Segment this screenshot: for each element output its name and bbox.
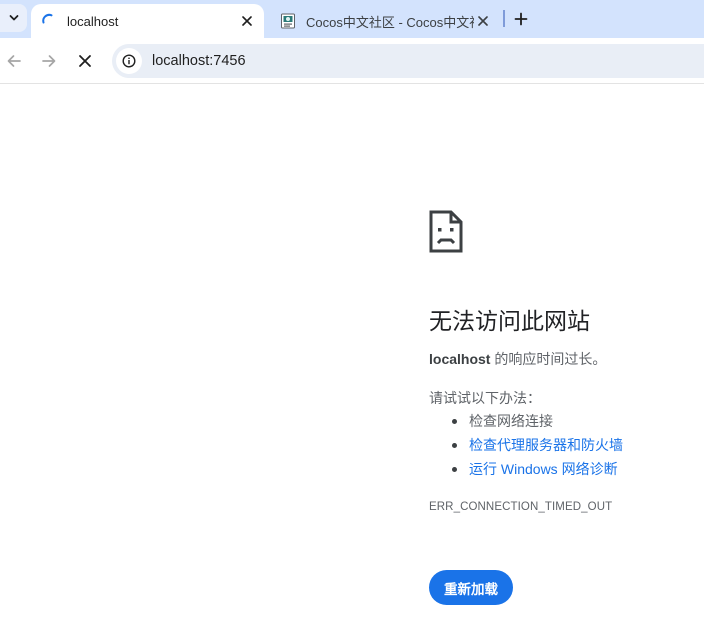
sad-page-icon xyxy=(429,210,463,253)
address-bar[interactable]: localhost:7456 xyxy=(112,44,704,78)
url-text[interactable]: localhost:7456 xyxy=(152,53,246,69)
tab-title: localhost xyxy=(67,13,119,29)
suggestion-check-proxy-link[interactable]: 检查代理服务器和防火墙 xyxy=(429,434,623,458)
close-tab-button[interactable] xyxy=(474,12,492,30)
cocos-favicon-icon xyxy=(280,13,296,29)
arrow-left-icon xyxy=(7,55,21,67)
close-icon xyxy=(242,16,252,26)
suggestions-list: 检查网络连接 检查代理服务器和防火墙 运行 Windows 网络诊断 xyxy=(429,410,623,482)
error-heading: 无法访问此网站 xyxy=(429,308,590,334)
error-summary-text: 的响应时间过长。 xyxy=(490,351,607,367)
tab-separator xyxy=(503,10,505,27)
error-code: ERR_CONNECTION_TIMED_OUT xyxy=(429,501,613,513)
new-tab-button[interactable] xyxy=(510,8,532,30)
site-info-button[interactable] xyxy=(116,48,142,74)
back-button[interactable] xyxy=(2,49,26,73)
close-icon xyxy=(478,16,488,26)
suggestions-heading: 请试试以下办法： xyxy=(429,390,541,406)
tab-localhost[interactable]: localhost xyxy=(31,4,264,38)
close-tab-button[interactable] xyxy=(238,12,256,30)
arrow-right-icon xyxy=(42,55,56,67)
tab-cocos[interactable]: Cocos中文社区 - Cocos中文社 xyxy=(270,4,500,38)
error-summary: localhost 的响应时间过长。 xyxy=(429,349,606,369)
toolbar: localhost:7456 xyxy=(0,38,704,84)
info-circle-icon xyxy=(122,54,136,68)
suggestion-check-connection: 检查网络连接 xyxy=(429,410,623,434)
plus-icon xyxy=(514,12,528,26)
stop-loading-button[interactable] xyxy=(73,49,97,73)
tab-strip: localhost Cocos中文社区 - Cocos中文社 xyxy=(0,0,704,38)
tab-title: Cocos中文社区 - Cocos中文社 xyxy=(306,14,474,30)
suggestion-run-diagnostics-link[interactable]: 运行 Windows 网络诊断 xyxy=(429,458,623,482)
tab-search-button[interactable] xyxy=(0,4,27,32)
spinner-icon xyxy=(41,13,57,29)
reload-button[interactable]: 重新加载 xyxy=(429,570,513,605)
forward-button[interactable] xyxy=(37,49,61,73)
chevron-down-icon xyxy=(9,15,18,21)
error-host: localhost xyxy=(429,351,491,367)
stop-x-icon xyxy=(79,55,91,67)
